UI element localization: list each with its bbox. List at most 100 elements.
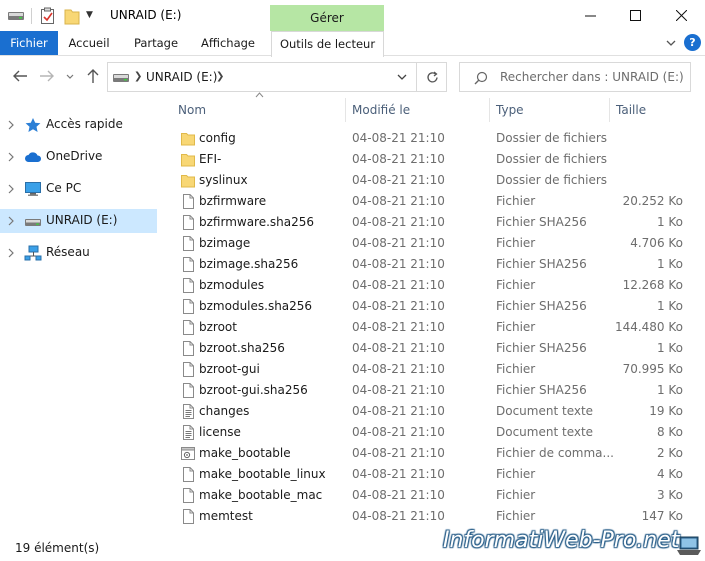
chevron-right-icon[interactable] bbox=[7, 247, 15, 259]
column-header-type[interactable]: Type bbox=[490, 98, 610, 122]
tab-view[interactable]: Affichage bbox=[196, 31, 260, 55]
file-name: bzmodules.sha256 bbox=[199, 299, 313, 313]
tab-drive-tools[interactable]: Outils de lecteur bbox=[271, 31, 384, 57]
maximize-button[interactable] bbox=[612, 0, 658, 31]
refresh-icon bbox=[426, 70, 438, 82]
file-size: 1 Ko bbox=[656, 383, 683, 397]
sidebar-item-unraid-drive[interactable]: UNRAID (E:) bbox=[0, 209, 157, 233]
file-icon bbox=[183, 362, 194, 377]
file-icon bbox=[183, 320, 194, 335]
help-button[interactable]: ? bbox=[684, 34, 701, 51]
drive-icon bbox=[25, 219, 41, 226]
file-row[interactable]: make_bootable_linux 04-08-21 21:10 Fichier… bbox=[160, 464, 705, 485]
breadcrumb-current[interactable]: UNRAID (E:) bbox=[146, 70, 217, 84]
file-row[interactable]: syslinux 04-08-21 21:10 Dossier de fichier… bbox=[160, 170, 705, 191]
close-button[interactable] bbox=[658, 0, 704, 31]
file-row[interactable]: bzimage.sha256 04-08-21 21:10 Fichier SHA2… bbox=[160, 254, 705, 275]
file-row[interactable]: EFI- 04-08-21 21:10 Dossier de fichiers bbox=[160, 149, 705, 170]
chevron-down-icon[interactable] bbox=[664, 36, 678, 50]
file-name: bzroot-gui.sha256 bbox=[199, 383, 308, 397]
file-modified: 04-08-21 21:10 bbox=[352, 257, 445, 271]
sidebar-item-network[interactable]: Réseau bbox=[0, 241, 157, 265]
file-row[interactable]: make_bootable 04-08-21 21:10 Fichier de co… bbox=[160, 443, 705, 464]
minimize-icon bbox=[584, 15, 596, 17]
file-size: 4.706 Ko bbox=[630, 236, 683, 250]
column-header-size[interactable]: Taille bbox=[610, 98, 690, 122]
file-name: bzimage.sha256 bbox=[199, 257, 299, 271]
file-modified: 04-08-21 21:10 bbox=[352, 488, 445, 502]
file-row[interactable]: bzfirmware 04-08-21 21:10 Fichier 20.252 Ko bbox=[160, 191, 705, 212]
column-header-modified[interactable]: Modifié le bbox=[346, 98, 490, 122]
up-arrow-icon[interactable] bbox=[84, 67, 102, 85]
file-modified: 04-08-21 21:10 bbox=[352, 341, 445, 355]
file-size: 147 Ko bbox=[641, 509, 683, 523]
file-modified: 04-08-21 21:10 bbox=[352, 278, 445, 292]
qat-customize-icon[interactable]: ▼ bbox=[86, 10, 93, 20]
file-name: bzmodules bbox=[199, 278, 265, 292]
address-bar[interactable]: ❯ UNRAID (E:) ❯ bbox=[107, 62, 447, 92]
file-type: Fichier bbox=[496, 236, 536, 250]
breadcrumb-chevron-icon[interactable]: ❯ bbox=[216, 71, 224, 82]
file-size: 1 Ko bbox=[656, 215, 683, 229]
file-size: 1 Ko bbox=[656, 299, 683, 313]
file-row[interactable]: bzfirmware.sha256 04-08-21 21:10 Fichier S… bbox=[160, 212, 705, 233]
file-name: changes bbox=[199, 404, 250, 418]
file-list: Nom Modifié le Type Taille config 04-08-2… bbox=[160, 92, 705, 528]
file-type: Dossier de fichiers bbox=[496, 152, 608, 166]
file-row[interactable]: bzmodules.sha256 04-08-21 21:10 Fichier SH… bbox=[160, 296, 705, 317]
search-box[interactable]: Rechercher dans : UNRAID (E:) bbox=[459, 62, 691, 92]
watermark: InformatiWeb-Pro.net bbox=[443, 528, 680, 553]
chevron-down-icon[interactable] bbox=[396, 72, 408, 82]
chevron-right-icon[interactable] bbox=[7, 183, 15, 195]
properties-icon[interactable] bbox=[40, 7, 56, 25]
minimize-button[interactable] bbox=[567, 0, 613, 31]
file-row[interactable]: bzroot-gui.sha256 04-08-21 21:10 Fichier S… bbox=[160, 380, 705, 401]
file-row[interactable]: bzroot.sha256 04-08-21 21:10 Fichier SHA25… bbox=[160, 338, 705, 359]
tab-file[interactable]: Fichier bbox=[0, 31, 58, 55]
file-row[interactable]: make_bootable_mac 04-08-21 21:10 Fichier 3 … bbox=[160, 485, 705, 506]
back-arrow-icon[interactable] bbox=[11, 67, 29, 85]
star-icon bbox=[25, 118, 41, 132]
file-name: config bbox=[199, 131, 236, 145]
drive-icon bbox=[113, 74, 129, 82]
sidebar-item-this-pc[interactable]: Ce PC bbox=[0, 177, 157, 201]
sidebar-item-quick-access[interactable]: Accès rapide bbox=[0, 113, 157, 137]
breadcrumb-chevron-icon[interactable]: ❯ bbox=[134, 71, 142, 82]
context-tab-group-manage: Gérer bbox=[270, 5, 384, 31]
file-icon bbox=[183, 215, 194, 230]
file-row[interactable]: bzroot 04-08-21 21:10 Fichier 144.480 Ko bbox=[160, 317, 705, 338]
search-input[interactable]: Rechercher dans : UNRAID (E:) bbox=[500, 70, 684, 84]
file-row[interactable]: changes 04-08-21 21:10 Document texte 19 Ko bbox=[160, 401, 705, 422]
file-row[interactable]: memtest 04-08-21 21:10 Fichier 147 Ko bbox=[160, 506, 705, 527]
search-icon bbox=[474, 71, 488, 85]
column-header-name[interactable]: Nom bbox=[160, 92, 346, 122]
file-size: 144.480 Ko bbox=[614, 320, 683, 334]
file-modified: 04-08-21 21:10 bbox=[352, 362, 445, 376]
file-row[interactable]: license 04-08-21 21:10 Document texte 8 Ko bbox=[160, 422, 705, 443]
file-row[interactable]: bzmodules 04-08-21 21:10 Fichier 12.268 Ko bbox=[160, 275, 705, 296]
file-row[interactable]: bzroot-gui 04-08-21 21:10 Fichier 70.995 Ko bbox=[160, 359, 705, 380]
chevron-right-icon[interactable] bbox=[7, 215, 15, 227]
chevron-right-icon[interactable] bbox=[7, 119, 15, 131]
tab-share[interactable]: Partage bbox=[128, 31, 184, 55]
file-type: Fichier bbox=[496, 467, 536, 481]
file-row[interactable]: config 04-08-21 21:10 Dossier de fichiers bbox=[160, 128, 705, 149]
new-folder-icon[interactable] bbox=[64, 7, 80, 25]
folder-icon bbox=[181, 154, 195, 167]
file-icon bbox=[183, 509, 194, 524]
folder-icon bbox=[181, 175, 195, 188]
file-name: bzimage bbox=[199, 236, 251, 250]
text-file-icon bbox=[183, 404, 194, 419]
file-icon bbox=[183, 488, 194, 503]
forward-arrow-icon[interactable] bbox=[38, 67, 56, 85]
refresh-button[interactable] bbox=[416, 63, 447, 91]
file-size: 4 Ko bbox=[656, 467, 683, 481]
file-modified: 04-08-21 21:10 bbox=[352, 131, 445, 145]
file-type: Dossier de fichiers bbox=[496, 131, 608, 145]
tab-home[interactable]: Accueil bbox=[62, 31, 116, 55]
file-row[interactable]: bzimage 04-08-21 21:10 Fichier 4.706 Ko bbox=[160, 233, 705, 254]
chevron-right-icon[interactable] bbox=[7, 151, 15, 163]
recent-locations-chevron-icon[interactable] bbox=[64, 67, 76, 85]
sidebar-item-onedrive[interactable]: OneDrive bbox=[0, 145, 157, 169]
window-title: UNRAID (E:) bbox=[110, 8, 182, 22]
